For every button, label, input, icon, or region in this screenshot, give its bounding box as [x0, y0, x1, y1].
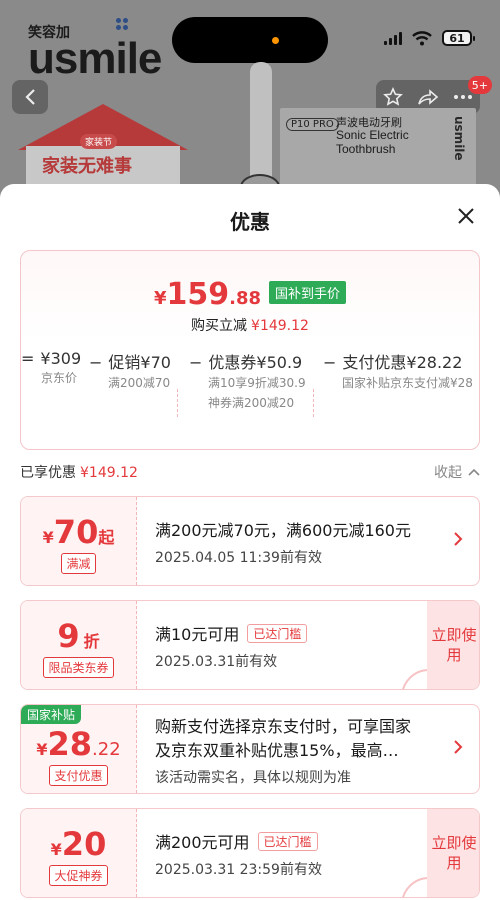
cart-badge: 5+	[467, 76, 492, 94]
offer-amount: ¥28.22	[36, 725, 121, 763]
national-subsidy-tag: 国家补贴	[21, 705, 82, 724]
brand-logo: 笑容加 usmile	[28, 22, 162, 84]
offer-amount: ¥20	[50, 825, 107, 863]
final-price-row: ¥159.88 国补到手价	[21, 277, 479, 312]
promo-text: 家装无难事	[42, 156, 132, 177]
offer-rule: 满200元可用 已达门槛	[155, 829, 318, 853]
offer-amount: ¥70起	[42, 513, 115, 551]
offer-validity: 2025.03.31前有效	[155, 654, 278, 670]
offer-validity: 2025.04.05 11:39前有效	[155, 550, 322, 566]
offer-type-tag: 限品类东券	[43, 657, 114, 678]
offer-card-category-coupon: 9折 限品类东券 满10元可用已达门槛 2025.03.31前有效 已领 立即使…	[20, 600, 480, 690]
enjoyed-discount-amount: ¥149.12	[80, 465, 138, 481]
offer-card-full-reduction[interactable]: ¥70起 满减 满200元减70元，满600元减160元 2025.04.05 …	[20, 496, 480, 586]
offer-type-tag: 支付优惠	[49, 765, 108, 786]
use-now-button[interactable]: 立即使用	[427, 809, 479, 897]
price-summary-card: ¥159.88 国补到手价 购买立减 ¥149.12 = ¥309 京东价 − 促销¥…	[20, 250, 480, 450]
more-icon[interactable]	[453, 94, 473, 100]
chevron-right-icon	[454, 532, 463, 546]
offer-card-payment-subsidy[interactable]: ¥28.22 支付优惠 国家补贴 购新支付选择京东支付时，可享国家 及京东双重补…	[20, 704, 480, 794]
breakdown-item-list-price: = ¥309 京东价	[21, 349, 82, 385]
offer-details: 购新支付选择京东支付时，可享国家 及京东双重补贴优惠15%，最高… 该活动需实名…	[155, 705, 439, 793]
offer-amount-panel: ¥20 大促神券	[21, 809, 137, 897]
instant-discount-amount: ¥149.12	[251, 318, 309, 334]
breakdown-item-promotion: − 促销¥70 满200减70	[89, 353, 171, 390]
wifi-icon	[412, 30, 432, 45]
logo-dots-icon	[116, 18, 134, 34]
battery-icon: 61	[442, 30, 475, 46]
breakdown-item-coupon: − 优惠券¥50.9 满10享9折减30.9 神券满200减20	[189, 353, 306, 410]
offers-sheet: 优惠 ¥159.88 国补到手价 购买立减 ¥149.12 = ¥309 京东价 −…	[0, 184, 500, 900]
product-box-brand: usmile	[452, 116, 466, 161]
product-page-background: 笑容加 usmile 61 5+ 家装节 家装无难事 P10 PRO 声波电动牙…	[0, 0, 500, 200]
brand-logo-en: usmile	[28, 34, 162, 83]
threshold-reached-tag: 已达门槛	[257, 832, 318, 851]
product-series: P10 PRO	[286, 118, 339, 131]
close-icon[interactable]	[456, 206, 476, 226]
threshold-reached-tag: 已达门槛	[247, 624, 308, 643]
chevron-up-icon	[468, 468, 480, 476]
dynamic-island	[172, 17, 328, 63]
offer-validity: 2025.03.31 23:59前有效	[155, 862, 322, 878]
offer-amount: 9折	[57, 617, 100, 655]
star-icon[interactable]	[383, 87, 403, 107]
status-bar-right: 61	[384, 30, 475, 46]
offer-rule: 满200元减70元，满600元减160元	[155, 521, 411, 540]
promo-tag: 家装节	[80, 134, 118, 149]
enjoyed-discount: 已享优惠 ¥149.12	[20, 465, 138, 481]
final-price: ¥159.88	[153, 277, 262, 312]
breakdown-item-payment: − 支付优惠¥28.22 国家补贴京东支付减¥28	[323, 353, 473, 390]
chevron-right-icon	[454, 740, 463, 754]
offer-note: 该活动需实名，具体以规则为准	[155, 770, 351, 786]
collapse-label: 收起	[434, 465, 462, 481]
signal-icon	[384, 31, 402, 45]
subsidy-price-tag: 国补到手价	[269, 281, 347, 304]
collapse-button[interactable]: 收起	[434, 462, 480, 482]
offer-details: 满200元可用 已达门槛 2025.03.31 23:59前有效	[155, 809, 439, 897]
price-breakdown: = ¥309 京东价 − 促销¥70 满200减70 − 优惠券¥50.9 满10享9…	[21, 349, 479, 439]
product-name-en: Sonic Electric Toothbrush	[336, 128, 409, 156]
offer-card-promo-coupon: ¥20 大促神券 满200元可用 已达门槛 2025.03.31 23:59前有效…	[20, 808, 480, 898]
offer-type-tag: 满减	[61, 553, 96, 574]
use-now-button[interactable]: 立即使用	[427, 601, 479, 689]
offer-details: 满10元可用 已达门槛 2025.03.31前有效	[155, 601, 439, 689]
offer-details: 满200元减70元，满600元减160元 2025.04.05 11:39前有效	[155, 497, 439, 585]
battery-level: 61	[449, 31, 465, 45]
offer-type-tag: 大促神券	[49, 865, 108, 886]
offer-amount-panel: 9折 限品类东券	[21, 601, 137, 689]
share-icon[interactable]	[417, 88, 439, 106]
instant-discount: 购买立减 ¥149.12	[191, 318, 309, 334]
offer-rule: 购新支付选择京东支付时，可享国家 及京东双重补贴优惠15%，最高…	[155, 717, 412, 760]
offer-rule: 满10元可用 已达门槛	[155, 621, 308, 645]
sheet-title: 优惠	[230, 210, 270, 234]
offer-amount-panel: ¥70起 满减	[21, 497, 137, 585]
